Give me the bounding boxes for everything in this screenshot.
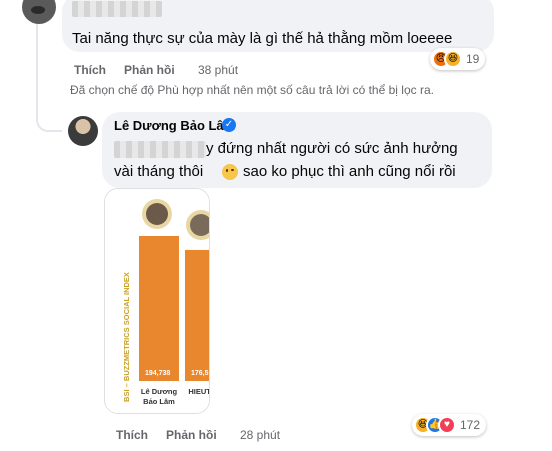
smirk-emoji-icon (222, 164, 238, 180)
comment-reaction-count: 19 (466, 52, 480, 66)
bsi-bar-chart: BSI – BUZZMETRICS SOCIAL INDEX 194,738 17… (105, 189, 210, 413)
thread-line (36, 24, 38, 112)
comment-time: 38 phút (198, 63, 239, 77)
chart-y-axis-label: BSI – BUZZMETRICS SOCIAL INDEX (122, 272, 131, 402)
comment-reactions[interactable]: 😠 😆 19 (430, 48, 486, 70)
love-icon: ♥ (438, 416, 456, 434)
thread-connector (36, 112, 62, 132)
reply-author-name[interactable]: Lê Dương Bảo Lâm (114, 118, 235, 134)
chart-category-label: Lê Dương (141, 387, 178, 396)
haha-icon: 😆 (444, 50, 462, 68)
reply-chart-image[interactable]: BSI – BUZZMETRICS SOCIAL INDEX 194,738 17… (104, 188, 210, 414)
chart-category-label: HIEUTHU (188, 387, 210, 396)
chart-value-label: 176,5 (191, 370, 209, 377)
reply-text-line2a: vài tháng thôi (114, 163, 204, 180)
comment-reply-button[interactable]: Phản hồi (124, 62, 175, 78)
redacted-commenter-name (72, 1, 162, 17)
verified-badge-icon: ✓ (222, 118, 236, 132)
chart-bar-2 (185, 249, 209, 381)
redacted-reply-text (114, 141, 206, 158)
filter-notice: Đã chọn chế độ Phù hợp nhất nên một số c… (70, 83, 434, 97)
chart-value-label: 194,738 (145, 370, 170, 377)
reply-like-button[interactable]: Thích (116, 427, 148, 443)
comment-like-button[interactable]: Thích (74, 62, 106, 78)
reply-text-line1: y đứng nhất người có sức ảnh hưởng (206, 140, 458, 157)
chart-avatar-1-photo (146, 203, 168, 225)
reply-reply-button[interactable]: Phản hồi (166, 427, 217, 443)
reply-author-avatar[interactable] (68, 116, 98, 146)
reply-text-line2b: sao ko phục thì anh cũng nổi rồi (243, 163, 456, 180)
reply-reaction-count: 172 (460, 418, 481, 432)
comment-text: Tai năng thực sự của mày là gì thế hả th… (72, 30, 453, 47)
reply-time: 28 phút (240, 428, 281, 442)
commenter-avatar[interactable] (22, 0, 56, 24)
chart-category-label: Bảo Lâm (143, 397, 175, 406)
chart-bar-1 (139, 236, 179, 381)
reply-reactions[interactable]: 😆 👍 ♥ 172 (412, 414, 487, 436)
